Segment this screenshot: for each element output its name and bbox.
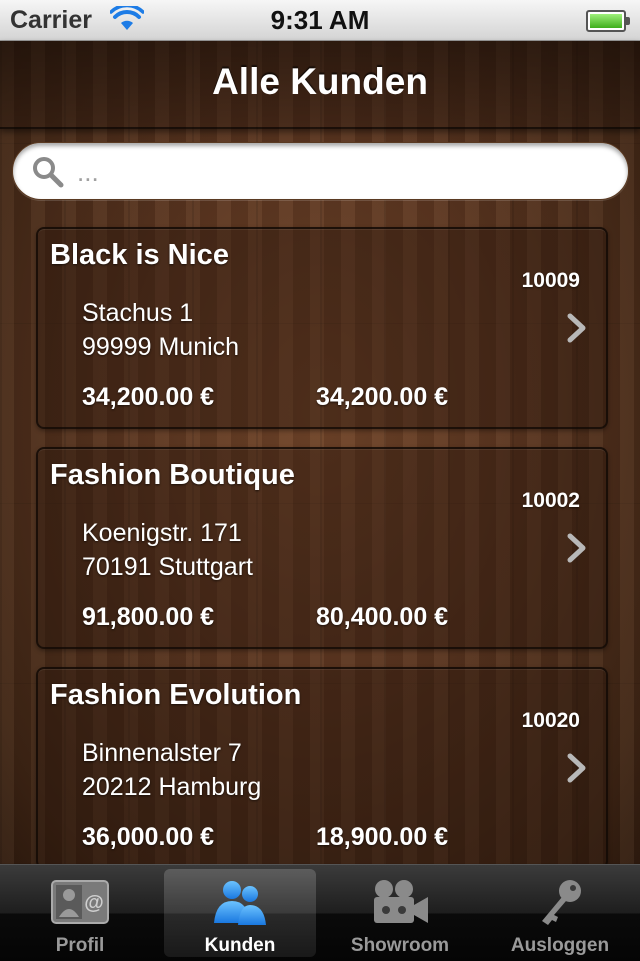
- tab-label: Showroom: [350, 935, 450, 956]
- tab-label: Ausloggen: [510, 935, 610, 956]
- customer-amount-1: 91,800.00 €: [82, 603, 215, 631]
- customer-name: Fashion Evolution: [50, 679, 302, 711]
- customer-city: 99999 Munich: [82, 333, 240, 361]
- customer-card[interactable]: Fashion Boutique 10002 Koenigstr. 171 70…: [36, 447, 608, 649]
- customer-amount-1: 36,000.00 €: [82, 823, 215, 851]
- customer-card[interactable]: Fashion Evolution 10020 Binnenalster 7 2…: [36, 667, 608, 869]
- svg-text:@: @: [84, 892, 104, 914]
- navigation-bar: Alle Kunden: [0, 41, 640, 129]
- tab-profil[interactable]: @ Profil: [4, 869, 156, 957]
- customer-amount-2: 34,200.00 €: [316, 383, 449, 411]
- people-icon: [214, 881, 266, 925]
- customer-id: 10020: [521, 709, 580, 732]
- page-title: Alle Kunden: [212, 61, 428, 102]
- tab-showroom[interactable]: Showroom: [324, 869, 476, 957]
- status-bar: Carrier 9:31 AM: [0, 0, 640, 41]
- customer-amount-2: 80,400.00 €: [316, 603, 449, 631]
- video-camera-icon: [374, 880, 428, 923]
- customer-street: Koenigstr. 171: [82, 519, 242, 547]
- customer-city: 20212 Hamburg: [82, 773, 262, 801]
- customer-amount-2: 18,900.00 €: [316, 823, 449, 851]
- customer-name: Fashion Boutique: [50, 459, 295, 491]
- tab-kunden[interactable]: Kunden: [164, 869, 316, 957]
- customer-city: 70191 Stuttgart: [82, 553, 253, 581]
- search-input[interactable]: [75, 151, 599, 193]
- clock: 9:31 AM: [270, 5, 370, 35]
- tab-ausloggen[interactable]: Ausloggen: [484, 869, 636, 957]
- key-icon: [542, 880, 581, 925]
- battery-icon: [586, 10, 630, 32]
- customer-name: Black is Nice: [50, 239, 229, 271]
- customer-card[interactable]: Black is Nice 10009 Stachus 1 99999 Muni…: [36, 227, 608, 429]
- customer-amount-1: 34,200.00 €: [82, 383, 215, 411]
- chevron-right-icon[interactable]: [566, 313, 588, 343]
- chevron-right-icon[interactable]: [566, 753, 588, 783]
- customer-id: 10009: [521, 269, 580, 292]
- search-bar[interactable]: [12, 142, 629, 200]
- customer-id: 10002: [521, 489, 580, 512]
- contact-card-icon: @: [51, 880, 109, 924]
- search-icon: [33, 157, 64, 188]
- tab-bar: @ Profil Kunden Showroom Ausloggen: [0, 864, 640, 961]
- chevron-right-icon[interactable]: [566, 533, 588, 563]
- tab-label: Profil: [55, 935, 105, 956]
- customer-street: Binnenalster 7: [82, 739, 242, 767]
- customer-street: Stachus 1: [82, 299, 194, 327]
- tab-label: Kunden: [204, 935, 276, 956]
